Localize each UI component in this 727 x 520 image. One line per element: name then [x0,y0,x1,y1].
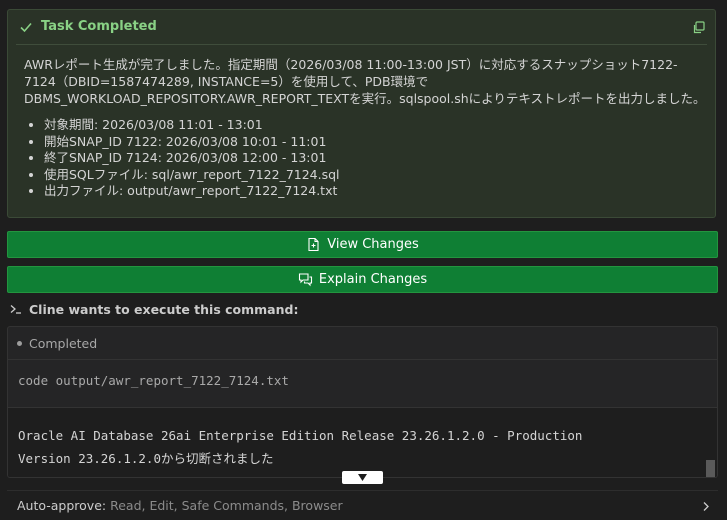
task-summary: AWRレポート生成が完了しました。指定期間（2026/03/08 11:00-1… [24,57,706,106]
status-dot-icon [17,340,22,346]
copy-icon[interactable] [692,21,705,34]
command-card: Completed code output/awr_report_7122_71… [7,326,718,478]
check-icon [20,22,32,33]
output-line: Version 23.26.1.2.0から切断されました [18,451,274,466]
task-detail-list: 対象期間: 2026/03/08 11:01 - 13:01 開始SNAP_ID… [24,117,708,200]
command-output[interactable]: Oracle AI Database 26ai Enterprise Editi… [8,407,717,477]
expand-output-button[interactable] [342,471,383,484]
list-item: 対象期間: 2026/03/08 11:01 - 13:01 [44,117,708,134]
command-status-row: Completed [8,327,717,360]
explain-changes-label: Explain Changes [318,272,428,287]
view-changes-button[interactable]: View Changes [7,231,718,258]
output-scrollbar[interactable] [706,460,715,477]
task-divider [16,44,707,45]
command-header-text: Cline wants to execute this command: [29,301,299,317]
list-item: 終了SNAP_ID 7124: 2026/03/08 12:00 - 13:01 [44,150,708,167]
chevron-right-icon [703,502,709,511]
file-diff-icon [308,237,319,252]
view-changes-label: View Changes [327,237,419,252]
task-completed-card: Task Completed AWRレポート生成が完了しました。指定期間（202… [7,9,716,218]
comment-discussion-icon [298,273,312,287]
auto-approve-label: Auto-approve: [17,498,107,513]
command-header: Cline wants to execute this command: [9,300,298,318]
auto-approve-bar[interactable]: Auto-approve: Read, Edit, Safe Commands,… [7,490,718,520]
task-header: Task Completed [8,10,715,44]
command-code: code output/awr_report_7122_7124.txt [18,373,289,388]
output-line: Oracle AI Database 26ai Enterprise Editi… [18,428,583,443]
command-status: Completed [29,335,98,351]
list-item: 開始SNAP_ID 7122: 2026/03/08 10:01 - 11:01 [44,134,708,151]
triangle-down-icon [358,474,367,481]
list-item: 出力ファイル: output/awr_report_7122_7124.txt [44,183,708,200]
task-body: AWRレポート生成が完了しました。指定期間（2026/03/08 11:00-1… [24,56,708,200]
explain-changes-button[interactable]: Explain Changes [7,266,718,293]
terminal-icon [10,305,21,314]
list-item: 使用SQLファイル: sql/awr_report_7122_7124.sql [44,167,708,184]
auto-approve-list: Read, Edit, Safe Commands, Browser [110,498,343,513]
task-title: Task Completed [41,19,157,34]
